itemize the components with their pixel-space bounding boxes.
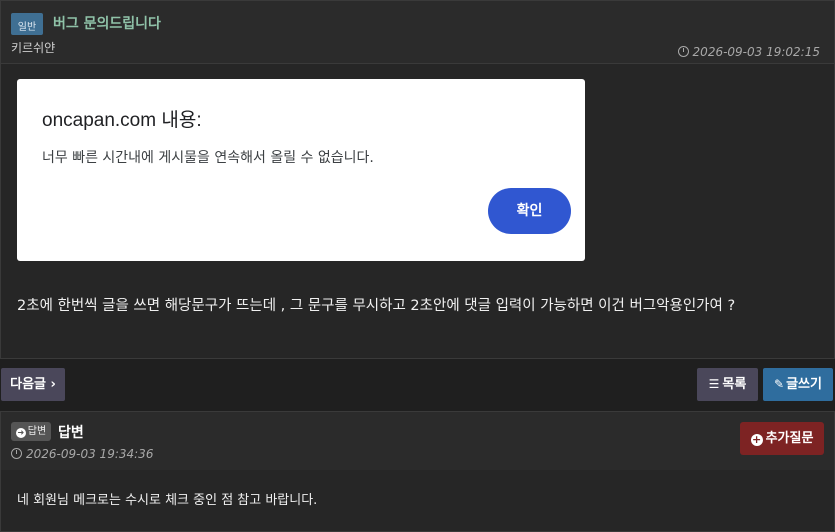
answer-date-text: 2026-09-03 19:34:36 (26, 447, 154, 461)
answer-container: ➜ 답변 답변 2026-09-03 19:34:36 + 추가질문 네 회원님 메… (0, 411, 835, 532)
post-title: 버그 문의드립니다 (53, 16, 161, 32)
arrow-right-icon: ➜ (15, 428, 26, 438)
post-header: 일반 버그 문의드립니다 키르쉬얀 2026-09-03 19:02:15 (1, 1, 834, 64)
dialog-message: 너무 빠른 시간내에 게시물을 연속해서 올릴 수 없습니다. (42, 150, 374, 166)
next-post-label: 다음글 (10, 377, 46, 392)
post-author[interactable]: 키르쉬얀 (11, 39, 55, 56)
answer-header: ➜ 답변 답변 2026-09-03 19:34:36 + 추가질문 (1, 412, 834, 470)
list-icon: ☰ (708, 377, 720, 391)
post-nav-bar: 다음글 › ☰ 목록 ✎ 글쓰기 (0, 368, 835, 402)
clock-icon (677, 46, 689, 57)
answer-badge: ➜ 답변 (11, 422, 51, 441)
post-date-text: 2026-09-03 19:02:15 (692, 45, 820, 59)
list-label: 목록 (722, 377, 747, 392)
next-post-button[interactable]: 다음글 › (1, 368, 65, 401)
write-label: 글쓰기 (786, 377, 822, 392)
write-button[interactable]: ✎ 글쓰기 (763, 368, 833, 401)
follow-up-question-button[interactable]: + 추가질문 (740, 422, 824, 455)
answer-body: 네 회원님 메크로는 수시로 체크 중인 점 참고 바랍니다. (17, 493, 318, 508)
plus-circle-icon: + (750, 433, 763, 446)
answer-badge-label: 답변 (27, 426, 47, 437)
dialog-title: oncapan.com 내용: (42, 110, 202, 131)
pencil-icon: ✎ (774, 377, 785, 391)
post-body: 2초에 한번씩 글을 쓰면 해당문구가 뜨는데 , 그 문구를 무시하고 2초안… (17, 298, 736, 314)
answer-date: 2026-09-03 19:34:36 (11, 447, 153, 461)
answer-title: 답변 (58, 425, 84, 441)
post-date: 2026-09-03 19:02:15 (677, 45, 820, 59)
list-button[interactable]: ☰ 목록 (697, 368, 758, 401)
alert-dialog-screenshot: oncapan.com 내용: 너무 빠른 시간내에 게시물을 연속해서 올릴 … (17, 79, 585, 261)
clock-icon (11, 448, 22, 459)
dialog-ok-button: 확인 (488, 188, 571, 234)
follow-up-label: 추가질문 (765, 431, 814, 446)
category-badge: 일반 (11, 13, 43, 35)
chevron-right-icon: › (50, 377, 56, 392)
post-container: 일반 버그 문의드립니다 키르쉬얀 2026-09-03 19:02:15 on… (0, 0, 835, 359)
